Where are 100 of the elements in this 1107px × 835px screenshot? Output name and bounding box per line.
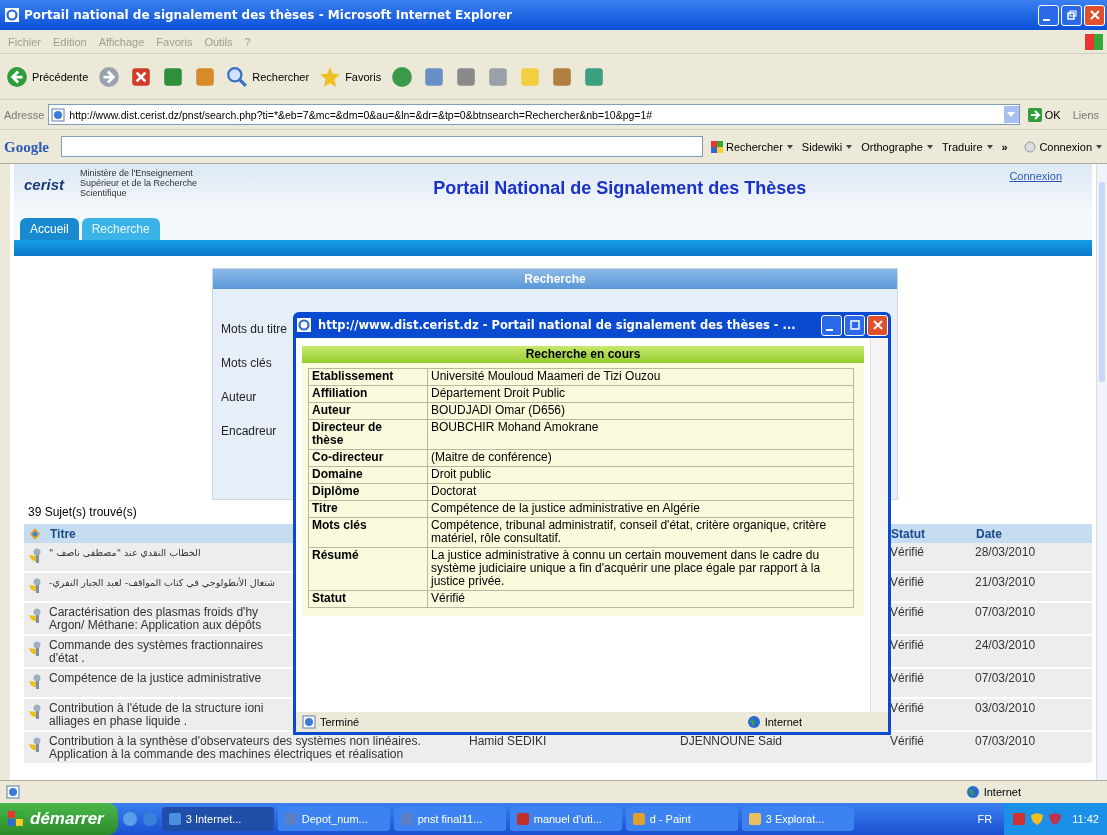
- taskbar-button[interactable]: 3 Internet...: [161, 807, 274, 831]
- scrollbar[interactable]: [1096, 164, 1107, 780]
- google-search-field[interactable]: [61, 136, 703, 157]
- window-title: Portail national de signalement des thèses - Microsoft Internet Explorer: [24, 8, 513, 22]
- go-button[interactable]: OK: [1023, 107, 1065, 122]
- detail-value: BOUDJADI Omar (D656): [431, 403, 566, 417]
- table-cell-text: DJENNOUNE Said: [680, 733, 783, 750]
- links-button[interactable]: Liens: [1068, 108, 1103, 121]
- site-title: Portail National de Signalement des Thèses: [432, 177, 808, 199]
- detail-value: Département Droit Public: [431, 386, 566, 400]
- detail-value: BOUBCHIR Mohand Amokrane: [431, 420, 599, 434]
- nav-tab[interactable]: Accueil: [20, 218, 79, 240]
- caret-icon: [1007, 111, 1016, 118]
- maximize-button[interactable]: [844, 314, 865, 336]
- thesis-icon: [27, 576, 43, 594]
- restore-button[interactable]: [1061, 4, 1082, 26]
- dropdown-button[interactable]: [1003, 106, 1019, 123]
- table-cell-text: Contribution à la synthèse d'observateurs des systèmes non linéaires. Application à la commande des machines électriques et réalisation: [49, 733, 421, 763]
- page-icon: [51, 107, 66, 122]
- forward-icon: [98, 65, 121, 88]
- page-icon: [6, 785, 20, 799]
- more-button[interactable]: »: [1001, 140, 1008, 153]
- caret-icon: [845, 143, 854, 150]
- caret-icon: [926, 143, 934, 150]
- toolbar-button[interactable]: Rechercher: [224, 63, 312, 90]
- caret-icon: [1095, 143, 1103, 150]
- thesis-icon: [27, 672, 43, 690]
- spellcheck-button[interactable]: Orthographe: [861, 140, 934, 153]
- table-cell-text: الخطاب النقدي عند "مصطفى ناصف ": [49, 546, 201, 560]
- menu-item[interactable]: Favoris: [152, 35, 197, 48]
- thesis-icon: [27, 546, 43, 564]
- menu-item[interactable]: ?: [240, 35, 255, 48]
- toolbar-button[interactable]: Précédente: [4, 63, 91, 90]
- scrollbar[interactable]: [870, 338, 888, 712]
- ministry-name: Ministère de l'Enseignement Supérieur et de la Recherche Scientifique: [80, 168, 199, 198]
- shield-icon[interactable]: [1048, 812, 1063, 826]
- taskbar-button[interactable]: Depot_num...: [277, 807, 390, 831]
- menu-item[interactable]: Affichage: [94, 35, 149, 48]
- caret-icon: [785, 143, 794, 150]
- table-cell-text: 24/03/2010: [975, 637, 1036, 654]
- menu-item[interactable]: Edition: [49, 35, 91, 48]
- close-button[interactable]: [867, 314, 888, 336]
- taskbar-button[interactable]: 3 Explorat...: [741, 807, 854, 831]
- menu-item[interactable]: Fichier: [4, 35, 45, 48]
- detail-value: (Maitre de conférence): [431, 450, 552, 464]
- google-search-button[interactable]: Rechercher: [711, 140, 794, 153]
- table-cell-text: 07/03/2010: [975, 733, 1036, 750]
- taskbar-button[interactable]: d - Paint: [625, 807, 738, 831]
- table-cell-text: Commande des systèmes fractionnaires d'état .: [49, 637, 264, 667]
- windows-logo-icon: [8, 811, 24, 827]
- minimize-button[interactable]: [1038, 4, 1059, 26]
- toolbar-button[interactable]: Favoris: [317, 63, 384, 90]
- result-count: 39 Sujet(s) trouvé(s): [28, 505, 137, 521]
- google-login-button[interactable]: Connexion: [1024, 140, 1103, 153]
- detail-value: Vérifié: [431, 591, 465, 605]
- sidewiki-button[interactable]: Sidewiki: [801, 140, 854, 153]
- field-label: Encadreur: [221, 424, 278, 438]
- table-cell-text: Contribution à l'étude de la structure ioni alliages en phase liquide .: [49, 700, 264, 730]
- detail-label: Co-directeur: [312, 451, 385, 464]
- address-field[interactable]: http://www.dist.cerist.dz/pnst/search.php?ti=*&eb=7&mc=&dm=0&au=&ln=&dr=&tp=0&btnsearch=Rechercher&nb=10&pg=1#: [48, 104, 1020, 125]
- table-cell-text: Compétence de la justice administrative: [49, 670, 262, 687]
- close-icon: [1089, 10, 1100, 20]
- windows-logo-icon: [1085, 33, 1103, 50]
- table-cell-text: Hamid SEDIKI: [469, 733, 547, 750]
- menu-item[interactable]: Outils: [200, 35, 237, 48]
- thesis-icon: [27, 702, 43, 720]
- table-cell-text: Vérifié: [890, 670, 924, 687]
- shield-icon[interactable]: [1030, 812, 1045, 826]
- table-cell-text: شتغال الأنطولوجي في كتاب المواقف- لعبد الجبار النفري-: [49, 576, 276, 590]
- detail-label: Affiliation: [312, 387, 369, 400]
- detail-label: Statut: [312, 592, 347, 605]
- start-button[interactable]: démarrer: [0, 803, 118, 835]
- nav-tab[interactable]: Recherche: [81, 218, 160, 240]
- login-link[interactable]: Connexion: [1009, 168, 1082, 182]
- caret-icon: [985, 143, 994, 150]
- field-label: Mots du titre: [221, 322, 289, 336]
- popup-title: http://www.dist.cerist.dz - Portail national de signalement des thèses - ...: [318, 318, 797, 332]
- back-icon: [6, 65, 28, 88]
- restore-icon: [1066, 10, 1077, 20]
- address-label: Adresse: [4, 108, 45, 121]
- translate-button[interactable]: Traduire: [942, 140, 994, 153]
- detail-label: Domaine: [312, 468, 364, 481]
- search-panel-header: Recherche: [213, 269, 897, 289]
- detail-label: Titre: [312, 502, 339, 515]
- language-indicator[interactable]: FR: [969, 813, 1001, 825]
- table-cell-text: Vérifié: [890, 604, 924, 621]
- close-icon: [872, 320, 883, 330]
- minimize-button[interactable]: [821, 314, 842, 336]
- table-cell-text: 03/03/2010: [975, 700, 1036, 717]
- detail-label: Etablissement: [312, 370, 395, 383]
- detail-value: Doctorat: [431, 484, 477, 498]
- page-icon: [302, 715, 316, 729]
- thesis-icon: [27, 639, 43, 657]
- taskbar-button[interactable]: manuel d'uti...: [509, 807, 622, 831]
- detail-header: Recherche en cours: [302, 346, 864, 363]
- close-button[interactable]: [1084, 4, 1105, 26]
- detail-value: Droit public: [431, 467, 492, 481]
- clock: 11:42: [1072, 813, 1099, 825]
- detail-label: Directeur de thèse: [312, 421, 384, 447]
- taskbar-button[interactable]: pnst final11...: [393, 807, 506, 831]
